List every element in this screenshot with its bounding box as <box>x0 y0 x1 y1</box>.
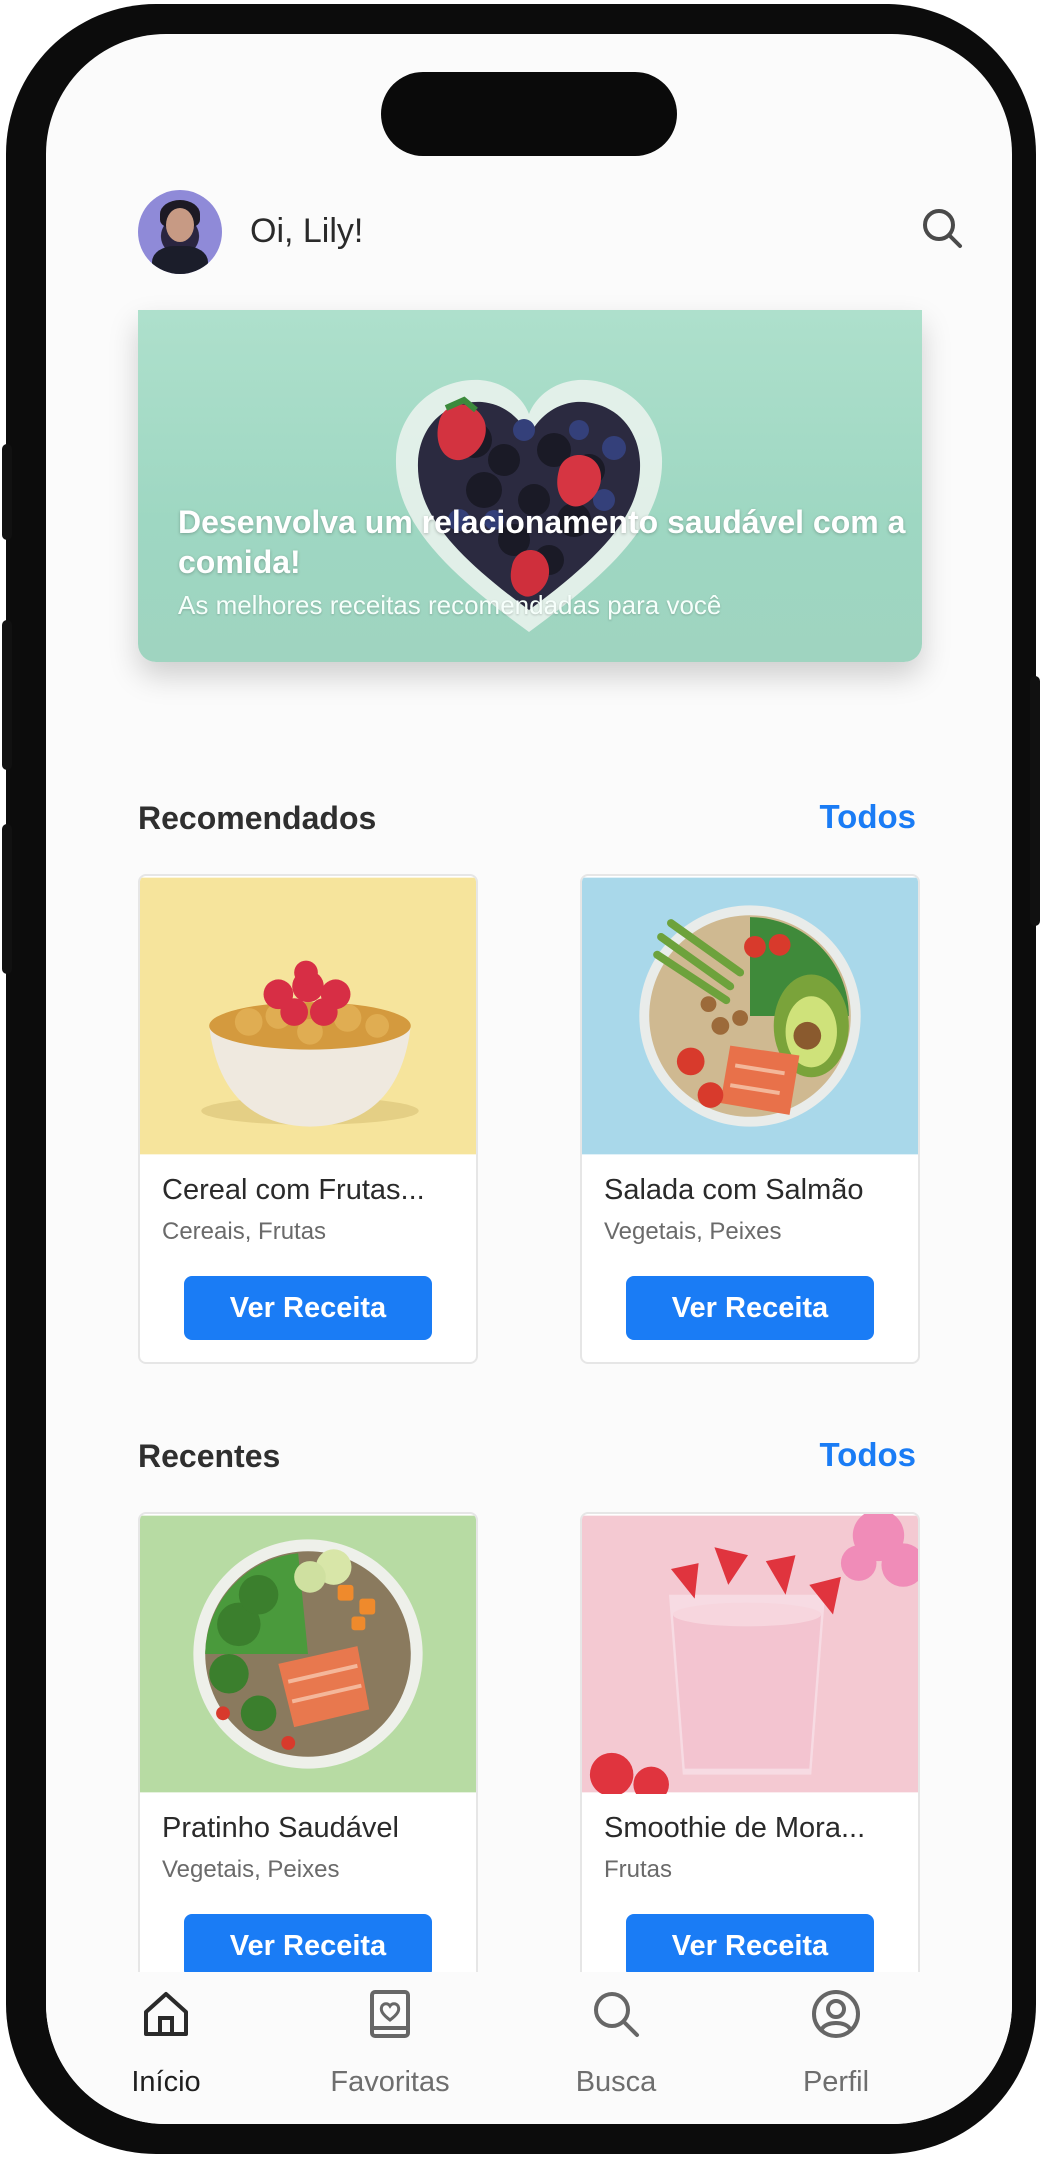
tab-search[interactable]: Busca <box>526 1972 706 2102</box>
view-recipe-button[interactable]: Ver Receita <box>626 1276 874 1340</box>
view-recipe-button[interactable]: Ver Receita <box>184 1276 432 1340</box>
salmon-salad-image <box>582 877 918 1155</box>
silent-switch <box>2 444 12 540</box>
power-button <box>1030 676 1040 926</box>
avatar[interactable] <box>138 190 222 274</box>
recipe-card[interactable]: Smoothie de Mora... Frutas Ver Receita <box>580 1512 920 2002</box>
tab-label: Busca <box>575 2066 657 2098</box>
tab-profile[interactable]: Perfil <box>746 1972 926 2102</box>
recipe-name: Smoothie de Mora... <box>604 1812 866 1844</box>
tab-label: Perfil <box>802 2066 870 2098</box>
view-recipe-button[interactable]: Ver Receita <box>626 1914 874 1978</box>
recipe-tags: Vegetais, Peixes <box>604 1218 782 1245</box>
search-icon <box>594 1992 639 2037</box>
screen: Oi, Lily! Desenvolva um relacionamento s… <box>46 34 1012 2124</box>
tab-home[interactable]: Início <box>76 1972 256 2102</box>
healthy-plate-image <box>140 1515 476 1793</box>
recipe-card[interactable]: Cereal com Frutas... Cereais, Frutas Ver… <box>138 874 478 1364</box>
recipe-name: Salada com Salmão <box>604 1174 864 1206</box>
tab-label: Favoritas <box>330 2066 450 2098</box>
volume-down-button <box>2 824 12 974</box>
recipe-tags: Vegetais, Peixes <box>162 1856 340 1883</box>
volume-up-button <box>2 620 12 770</box>
see-all-recommended-link[interactable]: Todos <box>819 798 916 836</box>
hero-banner[interactable]: Desenvolva um relacionamento saudável co… <box>138 310 922 662</box>
recipe-name: Cereal com Frutas... <box>162 1174 425 1206</box>
tab-favorites[interactable]: Favoritas <box>300 1972 480 2102</box>
see-all-recent-link[interactable]: Todos <box>819 1436 916 1474</box>
recipe-card[interactable]: Pratinho Saudável Vegetais, Peixes Ver R… <box>138 1512 478 2002</box>
recipe-tags: Cereais, Frutas <box>162 1218 327 1245</box>
favorites-book-icon <box>370 1990 410 2038</box>
recipe-tags: Frutas <box>604 1856 673 1883</box>
greeting: Oi, Lily! <box>250 212 364 250</box>
recipe-name: Pratinho Saudável <box>162 1812 399 1844</box>
strawberry-smoothie-image <box>582 1514 918 1794</box>
section-title-recent: Recentes <box>138 1438 281 1474</box>
search-icon[interactable] <box>918 204 968 254</box>
view-recipe-button[interactable]: Ver Receita <box>184 1914 432 1978</box>
dynamic-island <box>381 72 677 156</box>
recipe-card[interactable]: Salada com Salmão Vegetais, Peixes Ver R… <box>580 874 920 1364</box>
cereal-bowl-image <box>140 877 476 1155</box>
profile-icon <box>812 1990 860 2038</box>
header: Oi, Lily! <box>138 190 968 280</box>
banner-subtitle: As melhores receitas recomendadas para v… <box>178 590 722 620</box>
tab-label: Início <box>131 2066 201 2098</box>
section-title-recommended: Recomendados <box>138 800 377 836</box>
home-icon <box>144 1992 188 2036</box>
tab-bar: Início Favoritas Busca Perfil <box>46 1972 1012 2124</box>
phone-frame: Oi, Lily! Desenvolva um relacionamento s… <box>2 4 1040 2154</box>
banner-title: Desenvolva um relacionamento saudável co… <box>178 504 906 580</box>
